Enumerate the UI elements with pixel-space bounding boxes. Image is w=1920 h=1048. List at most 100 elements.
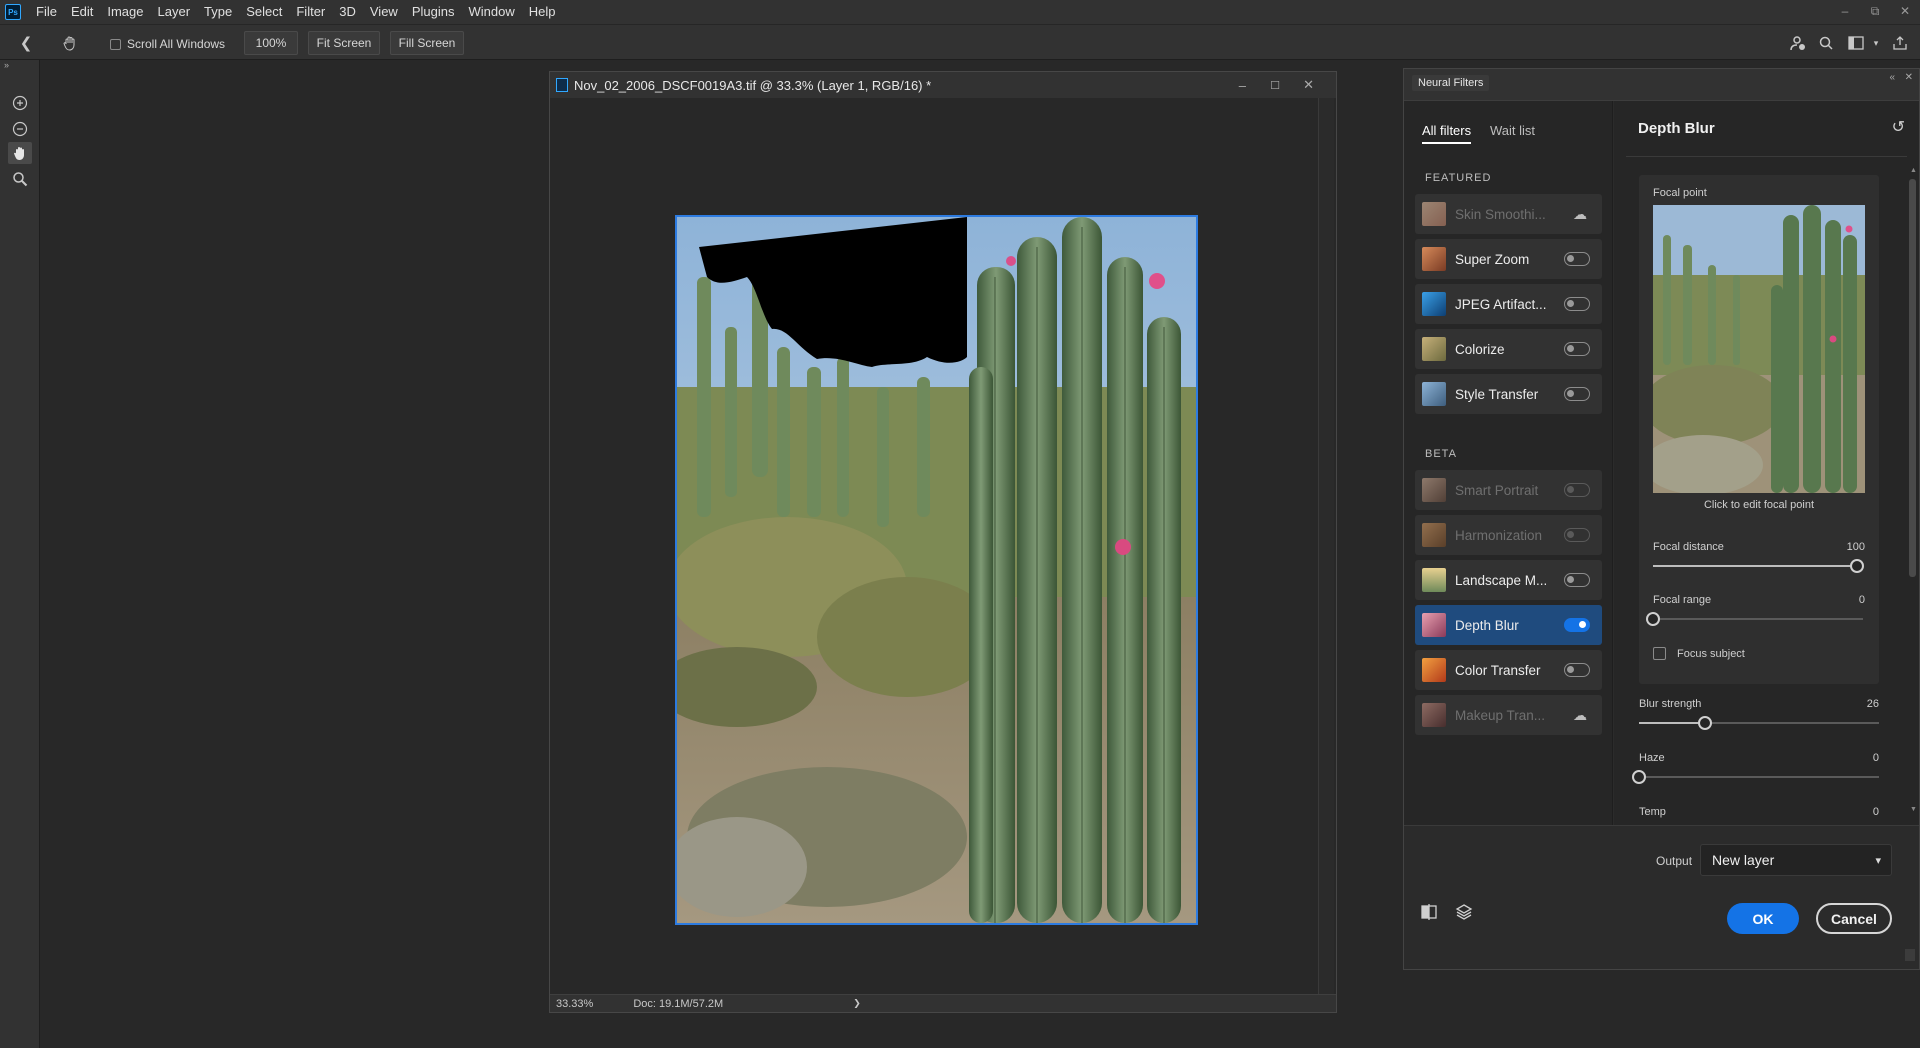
haze-track[interactable] bbox=[1639, 776, 1879, 778]
menu-select[interactable]: Select bbox=[239, 0, 289, 24]
filter-style-transfer[interactable]: Style Transfer bbox=[1415, 374, 1602, 414]
focal-distance-slider[interactable] bbox=[1850, 559, 1864, 573]
doc-close-button[interactable]: ✕ bbox=[1303, 77, 1314, 93]
menu-edit[interactable]: Edit bbox=[64, 0, 100, 24]
collapse-panel-icon[interactable]: « bbox=[1889, 72, 1895, 83]
menu-filter[interactable]: Filter bbox=[289, 0, 332, 24]
restore-button[interactable]: ⧉ bbox=[1860, 0, 1890, 24]
output-select-value: New layer bbox=[1712, 852, 1775, 868]
blur-strength-slider[interactable] bbox=[1698, 716, 1712, 730]
haze-slider[interactable] bbox=[1632, 770, 1646, 784]
tab-all-filters[interactable]: All filters bbox=[1422, 123, 1472, 144]
zoom-in-icon[interactable] bbox=[8, 92, 32, 114]
zoom-out-icon[interactable] bbox=[8, 118, 32, 140]
search-icon[interactable] bbox=[1816, 33, 1836, 53]
filter-makeup-transfer[interactable]: Makeup Tran... ☁ bbox=[1415, 695, 1602, 735]
hand-tool-icon[interactable] bbox=[8, 142, 32, 164]
filter-harmonization[interactable]: Harmonization bbox=[1415, 515, 1602, 555]
settings-title: Depth Blur bbox=[1638, 120, 1715, 137]
cloud-download-icon[interactable]: ☁ bbox=[1567, 707, 1593, 724]
menu-image[interactable]: Image bbox=[100, 0, 150, 24]
workspace-dropdown-chevron-icon[interactable]: ▾ bbox=[1866, 33, 1886, 53]
canvas-area[interactable] bbox=[552, 98, 1318, 994]
focal-distance-value: 100 bbox=[1846, 541, 1865, 553]
document-title-bar[interactable]: Nov_02_2006_DSCF0019A3.tif @ 33.3% (Laye… bbox=[550, 72, 1336, 98]
scroll-all-windows-checkbox[interactable] bbox=[110, 38, 121, 50]
focus-subject-checkbox[interactable] bbox=[1653, 647, 1666, 660]
zoom-readout[interactable]: 33.33% bbox=[556, 998, 593, 1010]
close-panel-icon[interactable]: ✕ bbox=[1905, 72, 1913, 83]
filter-skin-smoothing[interactable]: Skin Smoothi... ☁ bbox=[1415, 194, 1602, 234]
settings-scrollbar[interactable]: ▲ ▼ bbox=[1907, 167, 1917, 813]
document-window: Nov_02_2006_DSCF0019A3.tif @ 33.3% (Laye… bbox=[549, 71, 1337, 1013]
reset-icon[interactable]: ↺ bbox=[1892, 117, 1905, 137]
collapse-toolbar-icon[interactable]: » bbox=[4, 60, 9, 70]
color-transfer-toggle[interactable] bbox=[1564, 663, 1590, 677]
filter-color-transfer[interactable]: Color Transfer bbox=[1415, 650, 1602, 690]
neural-filters-panel: Neural Filters « ✕ All filters Wait list… bbox=[1403, 68, 1920, 970]
blur-strength-value: 26 bbox=[1866, 698, 1879, 710]
focal-range-track[interactable] bbox=[1653, 618, 1863, 620]
zoom-tool-icon[interactable] bbox=[8, 168, 32, 190]
menu-window[interactable]: Window bbox=[461, 0, 521, 24]
ok-button[interactable]: OK bbox=[1727, 903, 1799, 934]
colorize-toggle[interactable] bbox=[1564, 342, 1590, 356]
hand-tool-preset-icon[interactable] bbox=[60, 33, 80, 53]
filter-jpeg-artifacts[interactable]: JPEG Artifact... bbox=[1415, 284, 1602, 324]
compare-split-icon[interactable] bbox=[1419, 902, 1439, 922]
share-icon[interactable] bbox=[1890, 33, 1910, 53]
zoom-100-button[interactable]: 100% bbox=[244, 31, 298, 55]
menu-3d[interactable]: 3D bbox=[332, 0, 363, 24]
status-menu-arrow-icon[interactable]: ❯ bbox=[853, 998, 861, 1009]
super-zoom-toggle[interactable] bbox=[1564, 252, 1590, 266]
focal-range-slider[interactable] bbox=[1646, 612, 1660, 626]
cactus-photo bbox=[677, 217, 1196, 923]
featured-heading: FEATURED bbox=[1425, 172, 1492, 184]
menu-plugins[interactable]: Plugins bbox=[405, 0, 462, 24]
resize-handle[interactable] bbox=[1905, 949, 1915, 961]
doc-size: Doc: 19.1M/57.2M bbox=[633, 997, 724, 1010]
depth-blur-toggle[interactable] bbox=[1564, 618, 1590, 632]
fill-screen-button[interactable]: Fill Screen bbox=[390, 31, 464, 55]
jpeg-artifacts-thumb-icon bbox=[1422, 292, 1446, 316]
menu-view[interactable]: View bbox=[363, 0, 405, 24]
blur-strength-track[interactable] bbox=[1639, 722, 1879, 724]
workspace-icon[interactable] bbox=[1846, 33, 1866, 53]
options-bar: ❮ Scroll All Windows 100% Fit Screen Fil… bbox=[0, 24, 1920, 60]
focal-distance-track[interactable] bbox=[1653, 565, 1857, 567]
tab-wait-list[interactable]: Wait list bbox=[1490, 123, 1535, 138]
doc-minimize-button[interactable]: – bbox=[1239, 78, 1246, 93]
cloud-download-icon[interactable]: ☁ bbox=[1567, 206, 1593, 223]
doc-maximize-button[interactable]: ☐ bbox=[1270, 79, 1280, 92]
user-account-icon[interactable] bbox=[1788, 33, 1808, 53]
fit-screen-button[interactable]: Fit Screen bbox=[308, 31, 380, 55]
jpeg-artifacts-toggle[interactable] bbox=[1564, 297, 1590, 311]
smart-portrait-toggle[interactable] bbox=[1564, 483, 1590, 497]
output-select[interactable]: New layer ▾ bbox=[1700, 844, 1892, 876]
menu-help[interactable]: Help bbox=[522, 0, 563, 24]
menu-layer[interactable]: Layer bbox=[151, 0, 198, 24]
focal-preview-image bbox=[1653, 205, 1865, 493]
menu-type[interactable]: Type bbox=[197, 0, 239, 24]
menu-file[interactable]: File bbox=[29, 0, 64, 24]
close-button[interactable]: ✕ bbox=[1890, 0, 1920, 24]
document-image[interactable] bbox=[675, 215, 1198, 925]
layers-preview-icon[interactable] bbox=[1454, 902, 1474, 922]
landscape-mixer-toggle[interactable] bbox=[1564, 573, 1590, 587]
back-chevron-icon[interactable]: ❮ bbox=[16, 33, 36, 53]
color-transfer-thumb-icon bbox=[1422, 658, 1446, 682]
filter-depth-blur[interactable]: Depth Blur bbox=[1415, 605, 1602, 645]
minimize-button[interactable]: – bbox=[1830, 0, 1860, 24]
style-transfer-toggle[interactable] bbox=[1564, 387, 1590, 401]
filter-landscape-mixer[interactable]: Landscape M... bbox=[1415, 560, 1602, 600]
cancel-button[interactable]: Cancel bbox=[1816, 903, 1892, 934]
harmonization-toggle[interactable] bbox=[1564, 528, 1590, 542]
focal-point-preview[interactable] bbox=[1653, 205, 1865, 493]
focal-point-label: Focal point bbox=[1653, 187, 1707, 199]
filter-colorize[interactable]: Colorize bbox=[1415, 329, 1602, 369]
vertical-scrollbar[interactable] bbox=[1318, 98, 1334, 994]
haze-label: Haze bbox=[1639, 752, 1665, 764]
filter-smart-portrait[interactable]: Smart Portrait bbox=[1415, 470, 1602, 510]
filter-super-zoom[interactable]: Super Zoom bbox=[1415, 239, 1602, 279]
panel-tab-title[interactable]: Neural Filters bbox=[1412, 75, 1490, 91]
